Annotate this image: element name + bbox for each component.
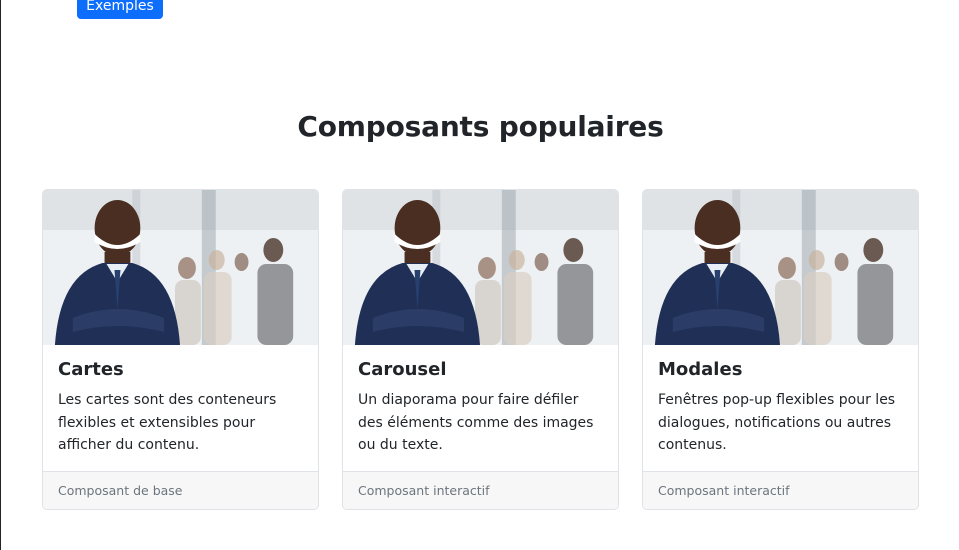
businessman-photo-icon — [43, 190, 318, 345]
card-text: Les cartes sont des conteneurs flexibles… — [58, 392, 277, 453]
card-image — [43, 190, 318, 345]
card-footer: Composant de base — [43, 471, 318, 509]
card-image — [643, 190, 918, 345]
window-left-border — [0, 0, 1, 550]
card-modales[interactable]: Modales Fenêtres pop-up flexibles pour l… — [642, 189, 919, 510]
card-title: Cartes — [58, 359, 124, 380]
card-footer: Composant interactif — [643, 471, 918, 509]
card-image — [343, 190, 618, 345]
section-title: Composants populaires — [297, 110, 664, 143]
card-title: Modales — [658, 359, 743, 380]
card-title: Carousel — [358, 359, 447, 380]
card-text: Fenêtres pop-up flexibles pour les dialo… — [658, 392, 896, 453]
businessman-photo-icon — [643, 190, 918, 345]
businessman-photo-icon — [343, 190, 618, 345]
card-carousel[interactable]: Carousel Un diaporama pour faire défiler… — [342, 189, 619, 510]
card-text: Un diaporama pour faire défiler des élém… — [358, 392, 594, 453]
card-footer: Composant interactif — [343, 471, 618, 509]
card-cartes[interactable]: Cartes Les cartes sont des conteneurs fl… — [42, 189, 319, 510]
examples-button[interactable]: Exemples — [77, 0, 163, 19]
